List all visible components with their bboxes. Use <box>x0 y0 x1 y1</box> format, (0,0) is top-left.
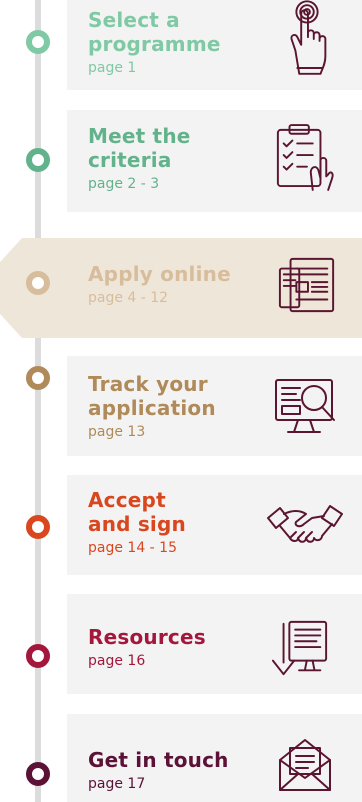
step-1-text: Select a programme page 1 <box>88 8 248 78</box>
step-page-link[interactable]: page 13 <box>88 422 258 442</box>
process-timeline: Select a programme page 1 Meet the crite… <box>0 0 362 802</box>
timeline-node-3 <box>26 271 50 295</box>
timeline-node-6 <box>26 644 50 668</box>
download-computer-icon <box>271 620 328 676</box>
step-title: Meet the criteria <box>88 124 191 172</box>
online-form-icon <box>278 257 335 313</box>
step-title: Get in touch <box>88 748 229 772</box>
step-page-link[interactable]: page 4 - 12 <box>88 288 258 308</box>
step-4-text: Track your application page 13 <box>88 372 258 442</box>
step-page-link[interactable]: page 1 <box>88 58 248 78</box>
step-page-link[interactable]: page 2 - 3 <box>88 174 218 194</box>
step-title: Apply online <box>88 262 231 286</box>
timeline-node-4 <box>26 366 50 390</box>
timeline-node-5 <box>26 515 50 539</box>
step-2-text: Meet the criteria page 2 - 3 <box>88 124 218 194</box>
step-page-link[interactable]: page 17 <box>88 774 258 794</box>
touch-hand-icon <box>290 0 327 75</box>
step-page-link[interactable]: page 16 <box>88 651 258 671</box>
step-7-text: Get in touch page 17 <box>88 748 258 794</box>
step-page-link[interactable]: page 14 - 15 <box>88 538 208 558</box>
step-6-text: Resources page 16 <box>88 625 258 671</box>
timeline-node-7 <box>26 762 50 786</box>
step-title: Select a programme <box>88 8 221 56</box>
step-title: Track your application <box>88 372 216 420</box>
timeline-node-1 <box>26 30 50 54</box>
envelope-icon <box>279 739 331 791</box>
step-5-text: Accept and sign page 14 - 15 <box>88 488 208 558</box>
monitor-search-icon <box>275 379 335 433</box>
handshake-icon <box>267 505 343 543</box>
timeline-node-2 <box>26 148 50 172</box>
step-3-text: Apply online page 4 - 12 <box>88 262 258 308</box>
timeline-rail <box>35 0 41 802</box>
step-title: Resources <box>88 625 206 649</box>
checklist-clipboard-icon <box>276 124 334 191</box>
step-title: Accept and sign <box>88 488 186 536</box>
